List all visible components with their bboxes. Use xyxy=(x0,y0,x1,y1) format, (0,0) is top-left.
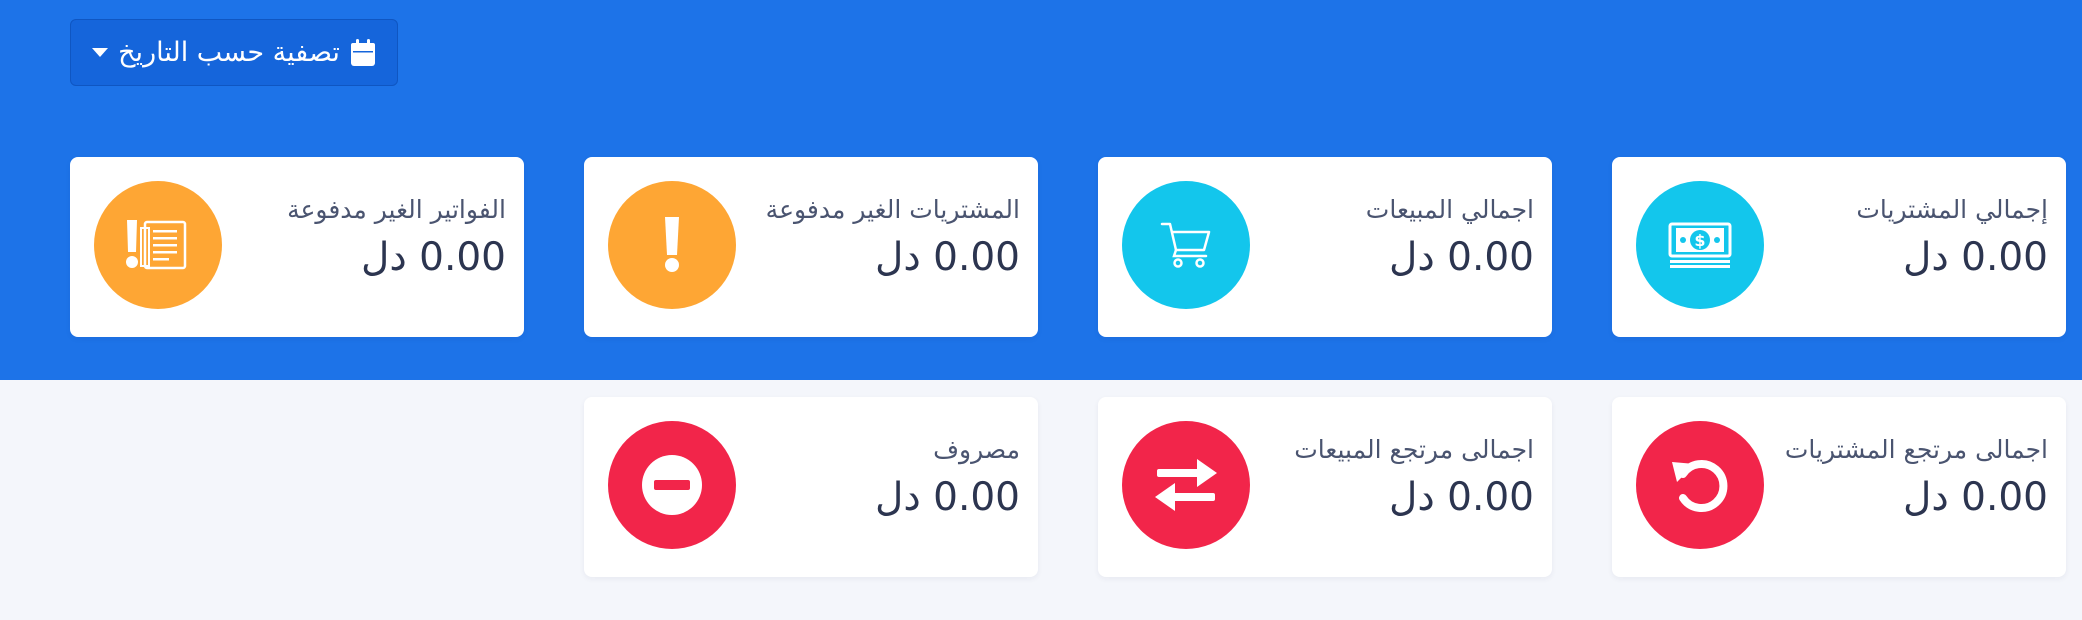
date-filter-dropdown[interactable]: تصفية حسب التاريخ xyxy=(70,19,398,86)
date-filter-label: تصفية حسب التاريخ xyxy=(118,37,340,68)
card-sales-returns[interactable]: اجمالى مرتجع المبيعات 0.00 دل xyxy=(1098,397,1552,577)
svg-text:$: $ xyxy=(1694,231,1705,250)
minus-circle-icon xyxy=(608,421,736,549)
card-value: 0.00 دل xyxy=(875,235,1020,280)
card-label: إجمالي المشتريات xyxy=(1856,195,2048,224)
card-label: المشتريات الغير مدفوعة xyxy=(765,195,1020,224)
card-unpaid-purchases[interactable]: المشتريات الغير مدفوعة 0.00 دل xyxy=(584,157,1038,337)
card-value: 0.00 دل xyxy=(1389,475,1534,520)
card-label: اجمالي المبيعات xyxy=(1365,195,1534,224)
calendar-icon xyxy=(350,38,376,67)
card-total-purchases[interactable]: إجمالي المشتريات 0.00 دل $ xyxy=(1612,157,2066,337)
card-value: 0.00 دل xyxy=(875,475,1020,520)
money-icon: $ xyxy=(1636,181,1764,309)
card-total-sales[interactable]: اجمالي المبيعات 0.00 دل xyxy=(1098,157,1552,337)
unpaid-invoice-icon xyxy=(94,181,222,309)
card-purchase-returns[interactable]: اجمالى مرتجع المشتريات 0.00 دل xyxy=(1612,397,2066,577)
exclamation-icon xyxy=(608,181,736,309)
card-label: اجمالى مرتجع المشتريات xyxy=(1784,435,2048,464)
card-value: 0.00 دل xyxy=(1903,235,2048,280)
cart-icon xyxy=(1122,181,1250,309)
undo-icon xyxy=(1636,421,1764,549)
caret-down-icon xyxy=(92,47,109,58)
card-expense[interactable]: مصروف 0.00 دل xyxy=(584,397,1038,577)
exchange-icon xyxy=(1122,421,1250,549)
card-value: 0.00 دل xyxy=(1903,475,2048,520)
card-label: اجمالى مرتجع المبيعات xyxy=(1294,435,1534,464)
card-value: 0.00 دل xyxy=(1389,235,1534,280)
card-value: 0.00 دل xyxy=(361,235,506,280)
card-label: مصروف xyxy=(933,435,1020,464)
card-label: الفواتير الغير مدفوعة xyxy=(287,195,506,224)
card-unpaid-invoices[interactable]: الفواتير الغير مدفوعة 0.00 دل xyxy=(70,157,524,337)
